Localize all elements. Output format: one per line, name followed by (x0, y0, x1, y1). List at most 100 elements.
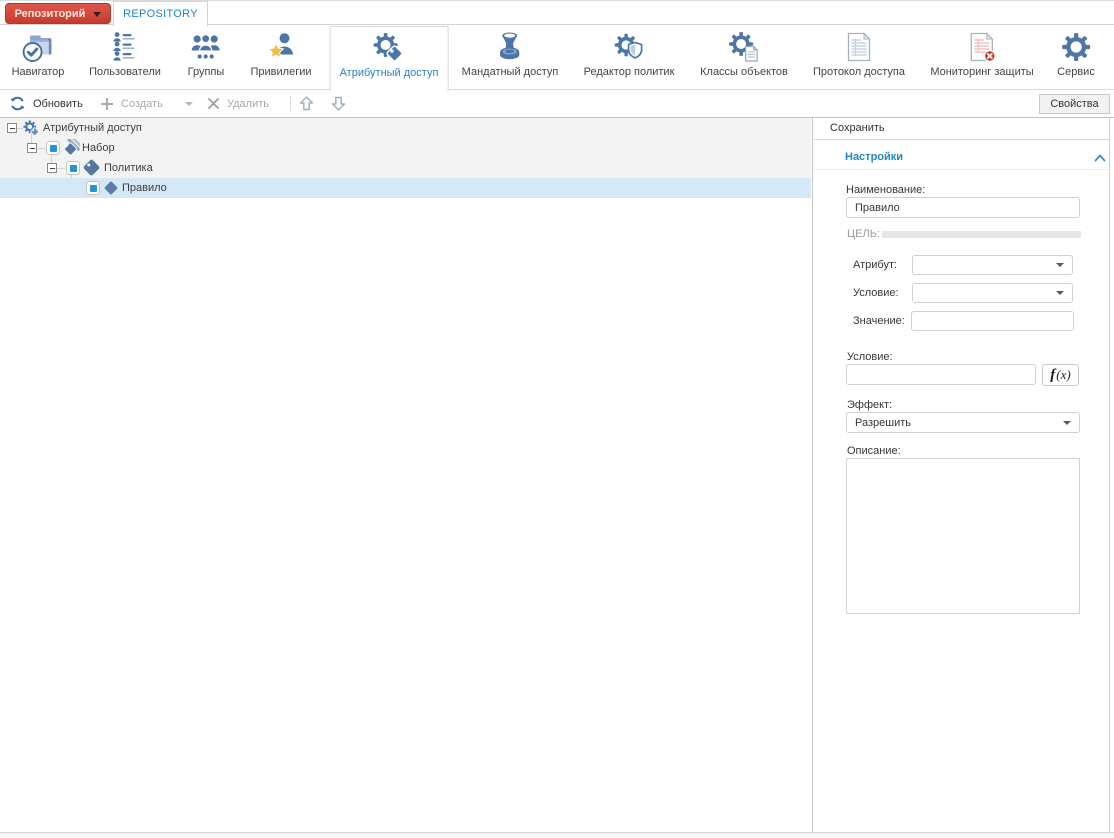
cross-icon (207, 97, 220, 110)
user-list-icon (109, 31, 141, 63)
ribbon-item-service[interactable]: Сервис (1048, 26, 1104, 89)
tree-row-set[interactable]: Набор (0, 138, 811, 158)
diamond-icon (104, 181, 118, 198)
gear-shield-icon (613, 31, 645, 63)
tree-row-label: Атрибутный доступ (43, 122, 142, 134)
collapse-toggle-icon[interactable] (47, 163, 57, 173)
ribbon-item-attribute-access-label: Атрибутный доступ (340, 67, 439, 79)
expression-field-label: Условие: (847, 351, 893, 363)
document-error-icon (966, 31, 998, 63)
name-field-input[interactable] (846, 197, 1080, 218)
refresh-icon (9, 95, 26, 112)
arrow-down-icon (330, 95, 347, 112)
attribute-field-label: Атрибут: (853, 259, 897, 271)
tab-repository[interactable]: REPOSITORY (113, 1, 208, 26)
effect-field-label: Эффект: (847, 399, 892, 411)
collapse-toggle-icon[interactable] (27, 143, 37, 153)
properties-label: Свойства (1050, 98, 1098, 110)
tree-row-policy[interactable]: Политика (0, 158, 811, 178)
stamp-icon (494, 31, 526, 63)
ribbon-item-policy-editor-label: Редактор политик (584, 66, 675, 78)
ribbon-item-access-log[interactable]: Протокол доступа (804, 26, 914, 89)
delete-button[interactable]: Удалить (207, 90, 269, 117)
ribbon-item-groups[interactable]: Группы (179, 26, 234, 89)
gear-tag-icon (373, 32, 405, 64)
description-textarea[interactable] (846, 458, 1080, 614)
settings-section-title: Настройки (845, 151, 903, 163)
ribbon-item-protection-monitoring-label: Мониторинг защиты (930, 66, 1033, 78)
tree-row-label: Политика (104, 162, 153, 174)
main-content: Атрибутный доступ (0, 118, 1114, 833)
properties-toggle-button[interactable]: Свойства (1039, 94, 1110, 114)
ribbon-item-navigator[interactable]: Навигатор (3, 26, 74, 89)
save-button[interactable]: Сохранить (830, 122, 885, 134)
ribbon-item-protection-monitoring[interactable]: Мониторинг защиты (921, 26, 1042, 89)
fx-label-x: (x) (1056, 367, 1070, 383)
fx-label-f: f (1050, 367, 1055, 384)
ribbon-bar: Навигатор (0, 25, 1114, 90)
tree-checkbox[interactable] (46, 141, 60, 155)
tag-icon (82, 158, 101, 180)
ribbon-item-policy-editor[interactable]: Редактор политик (575, 26, 684, 89)
ribbon-item-mandatory-access[interactable]: Мандатный доступ (453, 26, 568, 89)
ribbon-item-attribute-access[interactable]: Атрибутный доступ (330, 26, 449, 91)
target-fieldset-legend: ЦЕЛЬ: (847, 228, 880, 240)
tree-row-attribute-access[interactable]: Атрибутный доступ (0, 118, 811, 138)
effect-combobox-value: Разрешить (855, 417, 911, 429)
arrow-up-icon (298, 95, 315, 112)
ribbon-item-mandatory-access-label: Мандатный доступ (462, 66, 559, 78)
toolbar-separator (290, 96, 291, 112)
expression-field-input[interactable] (846, 364, 1036, 385)
ribbon-item-service-label: Сервис (1057, 66, 1095, 78)
move-down-button[interactable] (330, 90, 347, 117)
tags-stack-icon (62, 139, 80, 160)
target-fieldset-line (882, 231, 1081, 238)
tree-row-rule[interactable]: Правило (0, 178, 811, 198)
properties-panel-toolbar: Сохранить (814, 118, 1109, 140)
tree-checkbox[interactable] (66, 161, 80, 175)
panel-splitter[interactable] (812, 118, 813, 832)
users-group-icon (190, 31, 222, 63)
ribbon-item-users[interactable]: Пользователи (80, 26, 170, 89)
condition-combobox[interactable] (912, 283, 1073, 303)
move-up-button[interactable] (298, 90, 315, 117)
caret-down-icon (1063, 421, 1071, 425)
policy-tree-panel: Атрибутный доступ (0, 118, 811, 832)
collapse-toggle-icon[interactable] (7, 123, 17, 133)
ribbon-item-object-classes[interactable]: Классы объектов (691, 26, 797, 89)
gear-tag-small-icon (23, 120, 39, 139)
create-dropdown-button[interactable] (185, 90, 193, 117)
value-field-input[interactable] (911, 311, 1074, 331)
gear-document-icon (728, 31, 760, 63)
create-button[interactable]: Создать (100, 90, 163, 117)
tree-checkbox[interactable] (86, 181, 100, 195)
application-window: Репозиторий REPOSITORY Навигатор (0, 0, 1114, 838)
caret-down-icon (1056, 291, 1064, 295)
window-bottom-edge (0, 833, 1114, 838)
ribbon-item-groups-label: Группы (188, 66, 225, 78)
function-editor-button[interactable]: f(x) (1042, 364, 1079, 386)
tree-row-label: Набор (82, 142, 115, 154)
ribbon-item-privileges-label: Привилегии (251, 66, 312, 78)
refresh-label: Обновить (33, 98, 83, 110)
user-star-icon (265, 31, 297, 63)
tree-row-label: Правило (122, 182, 167, 194)
ribbon-item-access-log-label: Протокол доступа (813, 66, 905, 78)
delete-label: Удалить (227, 98, 269, 110)
settings-section-header[interactable]: Настройки (814, 140, 1109, 170)
tab-repository-label: REPOSITORY (123, 8, 198, 20)
caret-down-icon (1056, 263, 1064, 267)
ribbon-item-privileges[interactable]: Привилегии (242, 26, 321, 89)
ribbon-item-users-label: Пользователи (89, 66, 161, 78)
effect-combobox[interactable]: Разрешить (846, 412, 1080, 433)
attribute-combobox[interactable] (912, 255, 1073, 275)
plus-icon (100, 97, 114, 111)
refresh-button[interactable]: Обновить (9, 90, 83, 117)
description-field-label: Описание: (847, 445, 901, 457)
ribbon-item-object-classes-label: Классы объектов (700, 66, 788, 78)
ribbon-item-navigator-label: Навигатор (12, 66, 65, 78)
repository-menu-button[interactable]: Репозиторий (5, 3, 111, 24)
chevron-up-icon[interactable] (1093, 151, 1107, 165)
caret-down-icon (185, 102, 193, 106)
condition-field-label: Условие: (853, 287, 899, 299)
